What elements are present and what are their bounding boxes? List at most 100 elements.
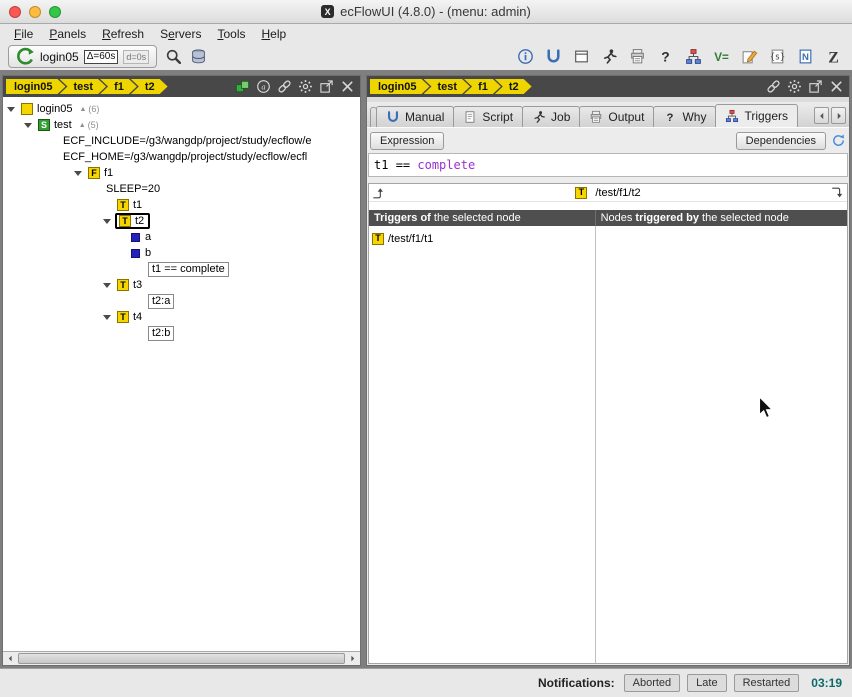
tab-why[interactable]: ? Why (653, 106, 717, 127)
why-icon: ? (663, 110, 677, 124)
servers-icon[interactable] (190, 48, 207, 65)
gear-icon[interactable] (787, 79, 802, 94)
node[interactable]: Tt3 (115, 279, 144, 291)
toolbar: login05 Δ=60s d=0s ? V= {s} N Z (0, 43, 852, 70)
menu-panels[interactable]: Panels (41, 26, 94, 42)
tree-row-t1-complete[interactable]: t1 == complete (3, 261, 360, 277)
edit-icon[interactable] (741, 48, 758, 65)
tabs-scroll-left-button[interactable] (814, 107, 829, 124)
tree-row-t1[interactable]: Tt1 (3, 197, 360, 213)
tree-row-t4[interactable]: Tt4 (3, 309, 360, 325)
close-icon[interactable] (829, 79, 844, 94)
menu-servers[interactable]: Servers (152, 26, 209, 42)
expander-open-icon[interactable] (24, 122, 32, 128)
task-icon: T (117, 311, 129, 323)
breadcrumb-login05[interactable]: login05 (370, 79, 430, 94)
suite-icon: S (38, 119, 50, 131)
refresh-c-icon[interactable] (16, 47, 35, 66)
link-icon[interactable] (766, 79, 781, 94)
trigger-item[interactable]: T/test/f1/t1 (372, 231, 592, 246)
tree-row-t2-b[interactable]: t2:b (3, 325, 360, 341)
expander-open-icon[interactable] (103, 218, 111, 224)
tab-job[interactable]: Job (522, 106, 581, 127)
menu-bar: File Panels Refresh Servers Tools Help (0, 24, 852, 43)
expression-toggle-button[interactable]: Expression (370, 131, 445, 150)
tree-row-ecf-include-g3-wangdp-project-[interactable]: ECF_INCLUDE=/g3/wangdp/project/study/ecf… (3, 133, 360, 149)
node[interactable]: Tt1 (115, 199, 144, 211)
refresh-dependencies-icon[interactable] (831, 133, 846, 148)
selected-node[interactable]: Tt2 (115, 213, 151, 229)
tree-row-login05[interactable]: login05 ▲ (6) (3, 101, 360, 117)
notification-restarted-button[interactable]: Restarted (733, 674, 800, 692)
detach-icon[interactable] (808, 79, 823, 94)
corner-down-icon[interactable] (830, 186, 844, 200)
tab-manual[interactable]: Manual (376, 106, 455, 127)
notes-icon[interactable]: N (797, 48, 814, 65)
tab-script[interactable]: Script (453, 106, 524, 127)
close-window-button[interactable] (9, 6, 21, 18)
menu-file[interactable]: File (6, 26, 41, 42)
detach-icon[interactable] (319, 79, 334, 94)
breadcrumb-test[interactable]: test (60, 79, 107, 94)
menu-refresh[interactable]: Refresh (94, 26, 152, 42)
scroll-thumb[interactable] (18, 653, 345, 664)
tree-row-test[interactable]: Stest ▲ (5) (3, 117, 360, 133)
info-icon[interactable] (517, 48, 534, 65)
expander-open-icon[interactable] (103, 282, 111, 288)
tree-row-t2[interactable]: Tt2 (3, 213, 360, 229)
logo-z-icon[interactable]: Z (825, 48, 842, 65)
job-icon[interactable] (601, 48, 618, 65)
tab-triggers[interactable]: Triggers (715, 104, 799, 127)
tree-row-sleep-20[interactable]: SLEEP=20 (3, 181, 360, 197)
panel-icon[interactable] (573, 48, 590, 65)
node-label: t1 (133, 199, 143, 211)
task-icon: T (117, 199, 129, 211)
node[interactable]: Tt4 (115, 311, 144, 323)
notification-aborted-button[interactable]: Aborted (623, 674, 681, 692)
server-selector-button[interactable]: login05 Δ=60s d=0s (8, 45, 158, 68)
tree-row-ecf-home-g3-wangdp-project-stu[interactable]: ECF_HOME=/g3/wangdp/project/study/ecflow… (3, 149, 360, 165)
expression-token: t1 (374, 158, 396, 172)
tree-row-t2-a[interactable]: t2:a (3, 293, 360, 309)
scroll-left-button[interactable] (3, 652, 18, 665)
node[interactable]: Ff1 (86, 167, 115, 179)
tree-row-b[interactable]: b (3, 245, 360, 261)
dependencies-button[interactable]: Dependencies (735, 131, 826, 150)
expander-open-icon[interactable] (74, 170, 82, 176)
tree-row-t3[interactable]: Tt3 (3, 277, 360, 293)
output-icon[interactable] (629, 48, 646, 65)
tabs-scroll-right-button[interactable] (831, 107, 846, 124)
tab-label: Manual (405, 110, 445, 124)
tab-output[interactable]: Output (579, 106, 655, 127)
tree-row-a[interactable]: a (3, 229, 360, 245)
corner-up-icon[interactable] (372, 186, 386, 200)
trigger-path-bar: T /test/f1/t2 (369, 184, 847, 202)
expander-open-icon[interactable] (7, 106, 15, 112)
breadcrumb-test[interactable]: test (424, 79, 471, 94)
zoom-window-button[interactable] (49, 6, 61, 18)
layers-icon[interactable] (235, 79, 250, 94)
tree-row-f1[interactable]: Ff1 (3, 165, 360, 181)
minimize-window-button[interactable] (29, 6, 41, 18)
breadcrumb-login05[interactable]: login05 (6, 79, 66, 94)
node[interactable]: login05 (19, 103, 74, 115)
variable-text: ECF_HOME=/g3/wangdp/project/study/ecflow… (63, 151, 308, 163)
notification-late-button[interactable]: Late (687, 674, 727, 692)
why-icon[interactable]: ? (657, 48, 674, 65)
close-icon[interactable] (340, 79, 355, 94)
scroll-right-button[interactable] (345, 652, 360, 665)
link-icon[interactable] (277, 79, 292, 94)
shell-icon[interactable]: {s} (769, 48, 786, 65)
search-icon[interactable] (165, 48, 182, 65)
menu-help[interactable]: Help (253, 26, 294, 42)
attributes-icon[interactable]: a (256, 79, 271, 94)
expander-open-icon[interactable] (103, 314, 111, 320)
horizontal-scrollbar[interactable] (3, 651, 360, 665)
manual-icon[interactable] (545, 48, 562, 65)
triggers-icon[interactable] (685, 48, 702, 65)
gear-icon[interactable] (298, 79, 313, 94)
node[interactable]: Stest (36, 119, 74, 131)
variable-icon[interactable]: V= (713, 48, 730, 65)
node-label: test (54, 119, 72, 131)
menu-tools[interactable]: Tools (209, 26, 253, 42)
